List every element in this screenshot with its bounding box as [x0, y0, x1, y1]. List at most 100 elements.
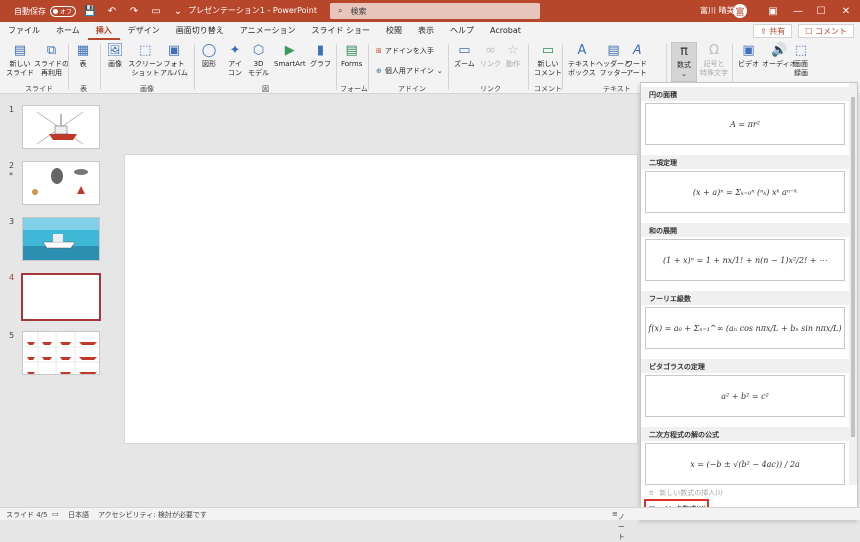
- new-comment-button[interactable]: ▭ 新しい コメント: [534, 42, 562, 78]
- notes-label: ノート: [617, 513, 625, 541]
- shapes-label: 図形: [202, 60, 216, 68]
- equation-item-fourier[interactable]: f(x) = a₀ + Σₙ₌₁^∞ (aₙ cos nπx/L + bₙ si…: [645, 307, 845, 349]
- insert-new-equation-label: 新しい数式の挿入(I): [659, 489, 723, 497]
- user-name[interactable]: 富川 晴美: [700, 5, 735, 16]
- restore-icon[interactable]: ☐: [813, 3, 829, 19]
- link-button[interactable]: ∞ リンク: [480, 42, 501, 69]
- icons-button[interactable]: ✦ アイ コン: [226, 42, 244, 78]
- insert-new-equation-item[interactable]: π 新しい数式の挿入(I): [649, 488, 723, 498]
- my-addins-button[interactable]: ⊕ 個人用アドイン ⌄: [376, 66, 443, 76]
- shapes-icon: ◯: [201, 42, 217, 58]
- video-button[interactable]: ▣ ビデオ: [738, 42, 759, 69]
- notes-layout-icon[interactable]: ▭: [52, 510, 59, 518]
- equation-item-binomial[interactable]: (x + a)ⁿ = Σₖ₌₀ⁿ (ⁿₖ) xᵏ aⁿ⁻ᵏ: [645, 171, 845, 213]
- reuse-slide-button[interactable]: ⧉ スライドの 再利用: [34, 42, 69, 78]
- screenshot-label: スクリーン ショット: [128, 60, 163, 77]
- avatar[interactable]: 富: [733, 4, 747, 18]
- table-button[interactable]: ▦ 表: [74, 42, 92, 69]
- tab-transitions[interactable]: 画面切り替え: [168, 22, 232, 40]
- equation-formula: a² + b² = c²: [721, 391, 769, 401]
- screen-recording-button[interactable]: ⬚ 画面 録画: [792, 42, 810, 78]
- symbol-label: 記号と 特殊文字: [700, 60, 728, 77]
- minimize-icon[interactable]: —: [790, 3, 806, 19]
- share-button[interactable]: ⇪ 共有: [753, 24, 793, 38]
- wordart-button[interactable]: 𝐴 ワード アート: [626, 42, 647, 78]
- photo-album-label: フォト アルバム: [160, 60, 188, 77]
- equation-item-expansion[interactable]: (1 + x)ⁿ = 1 + nx/1! + n(n − 1)x²/2! + ⋯: [645, 239, 845, 281]
- slide-canvas[interactable]: [124, 154, 638, 444]
- autosave-state: オフ: [60, 8, 73, 16]
- ocean-boat-image: [23, 218, 99, 260]
- undo-icon[interactable]: ↶: [104, 3, 120, 19]
- accessibility-status[interactable]: アクセシビリティ: 検討が必要です: [98, 510, 207, 520]
- tab-view[interactable]: 表示: [410, 22, 442, 40]
- zoom-button[interactable]: ▭ ズーム: [454, 42, 475, 69]
- symbol-button[interactable]: Ω 記号と 特殊文字: [700, 42, 728, 78]
- boat-image: [36, 111, 84, 145]
- slide-number: 2: [9, 161, 15, 170]
- customize-icon[interactable]: ⌄: [170, 3, 186, 19]
- new-slide-button[interactable]: ▤ 新しい スライド: [6, 42, 34, 78]
- table-icon: ▦: [76, 42, 90, 58]
- redo-icon[interactable]: ↷: [126, 3, 142, 19]
- photo-album-button[interactable]: ▣ フォト アルバム: [160, 42, 188, 78]
- slide-thumbnail-1[interactable]: [22, 105, 100, 149]
- slide-number: 4: [9, 273, 15, 282]
- gallery-scrollbar[interactable]: [849, 83, 857, 485]
- slide-thumbnail-3[interactable]: [22, 217, 100, 261]
- notes-button[interactable]: ≡ ノート: [612, 510, 625, 541]
- smartart-label: SmartArt: [274, 60, 306, 68]
- close-icon[interactable]: ✕: [838, 3, 854, 19]
- ribbon-display-icon[interactable]: ▣: [765, 3, 781, 19]
- slide-thumbnail-panel: 1 2 * 3 4 5: [0, 95, 113, 507]
- tab-help[interactable]: ヘルプ: [442, 22, 482, 40]
- action-button[interactable]: ☆ 動作: [504, 42, 522, 69]
- status-bar: スライド 4/5 ▭ 日本語 アクセシビリティ: 検討が必要です ≡ ノート: [0, 507, 860, 541]
- group-label-comments: コメント: [534, 85, 562, 93]
- slide-thumbnail-4[interactable]: [21, 273, 101, 321]
- icons-icon: ✦: [229, 42, 241, 58]
- action-icon: ☆: [507, 42, 519, 58]
- slide-thumbnail-5[interactable]: [22, 331, 100, 375]
- 3d-models-button[interactable]: ⬡ 3D モデル: [248, 42, 269, 78]
- comment-button[interactable]: ☐ コメント: [798, 24, 854, 38]
- autosave-switch[interactable]: オフ: [50, 5, 76, 17]
- share-label: 共有: [769, 27, 786, 36]
- smartart-icon: ▶: [284, 42, 295, 58]
- tab-design[interactable]: デザイン: [120, 22, 168, 40]
- tab-review[interactable]: 校閲: [378, 22, 410, 40]
- tab-acrobat[interactable]: Acrobat: [482, 22, 529, 40]
- get-addins-button[interactable]: ⊞ アドインを入手: [376, 46, 434, 56]
- equation-item-quadratic[interactable]: x = (−b ± √(b² − 4ac)) / 2a: [645, 443, 845, 485]
- search-box[interactable]: ⌕ 検索: [330, 3, 540, 19]
- textbox-button[interactable]: A テキスト ボックス: [568, 42, 596, 78]
- present-icon[interactable]: ▭: [148, 3, 164, 19]
- smartart-button[interactable]: ▶ SmartArt: [274, 42, 306, 69]
- tab-slideshow[interactable]: スライド ショー: [303, 22, 378, 40]
- tab-home[interactable]: ホーム: [48, 22, 88, 40]
- equation-formula: f(x) = a₀ + Σₙ₌₁^∞ (aₙ cos nπx/L + bₙ si…: [648, 323, 842, 333]
- new-comment-label: 新しい コメント: [534, 60, 562, 77]
- shapes-button[interactable]: ◯ 図形: [200, 42, 218, 69]
- scrollbar-thumb[interactable]: [851, 97, 855, 437]
- search-placeholder: 検索: [350, 6, 367, 16]
- forms-button[interactable]: ▤ Forms: [341, 42, 362, 69]
- group-label-text: テキスト: [603, 85, 631, 93]
- image-icon: 🖼: [106, 42, 124, 58]
- addins-icon: ⊕: [376, 67, 382, 75]
- equation-item-circle-area[interactable]: A = πr²: [645, 103, 845, 145]
- equation-button[interactable]: π 数式 ⌄: [671, 42, 697, 82]
- save-icon[interactable]: 💾: [82, 3, 98, 19]
- screenshot-button[interactable]: ⬚ スクリーン ショット: [128, 42, 163, 78]
- store-icon: ⊞: [376, 47, 382, 55]
- tab-insert[interactable]: 挿入: [87, 22, 120, 40]
- chart-button[interactable]: ▮ グラフ: [310, 42, 331, 69]
- tab-file[interactable]: ファイル: [0, 22, 48, 40]
- my-addins-label: 個人用アドイン: [384, 67, 434, 75]
- slide-thumbnail-2[interactable]: [22, 161, 100, 205]
- tab-animations[interactable]: アニメーション: [232, 22, 304, 40]
- equation-item-pythagorean[interactable]: a² + b² = c²: [645, 375, 845, 417]
- autosave-toggle[interactable]: 自動保存 オフ: [14, 5, 76, 17]
- language-status[interactable]: 日本語: [68, 510, 89, 520]
- images-button[interactable]: 🖼 画像: [106, 42, 124, 69]
